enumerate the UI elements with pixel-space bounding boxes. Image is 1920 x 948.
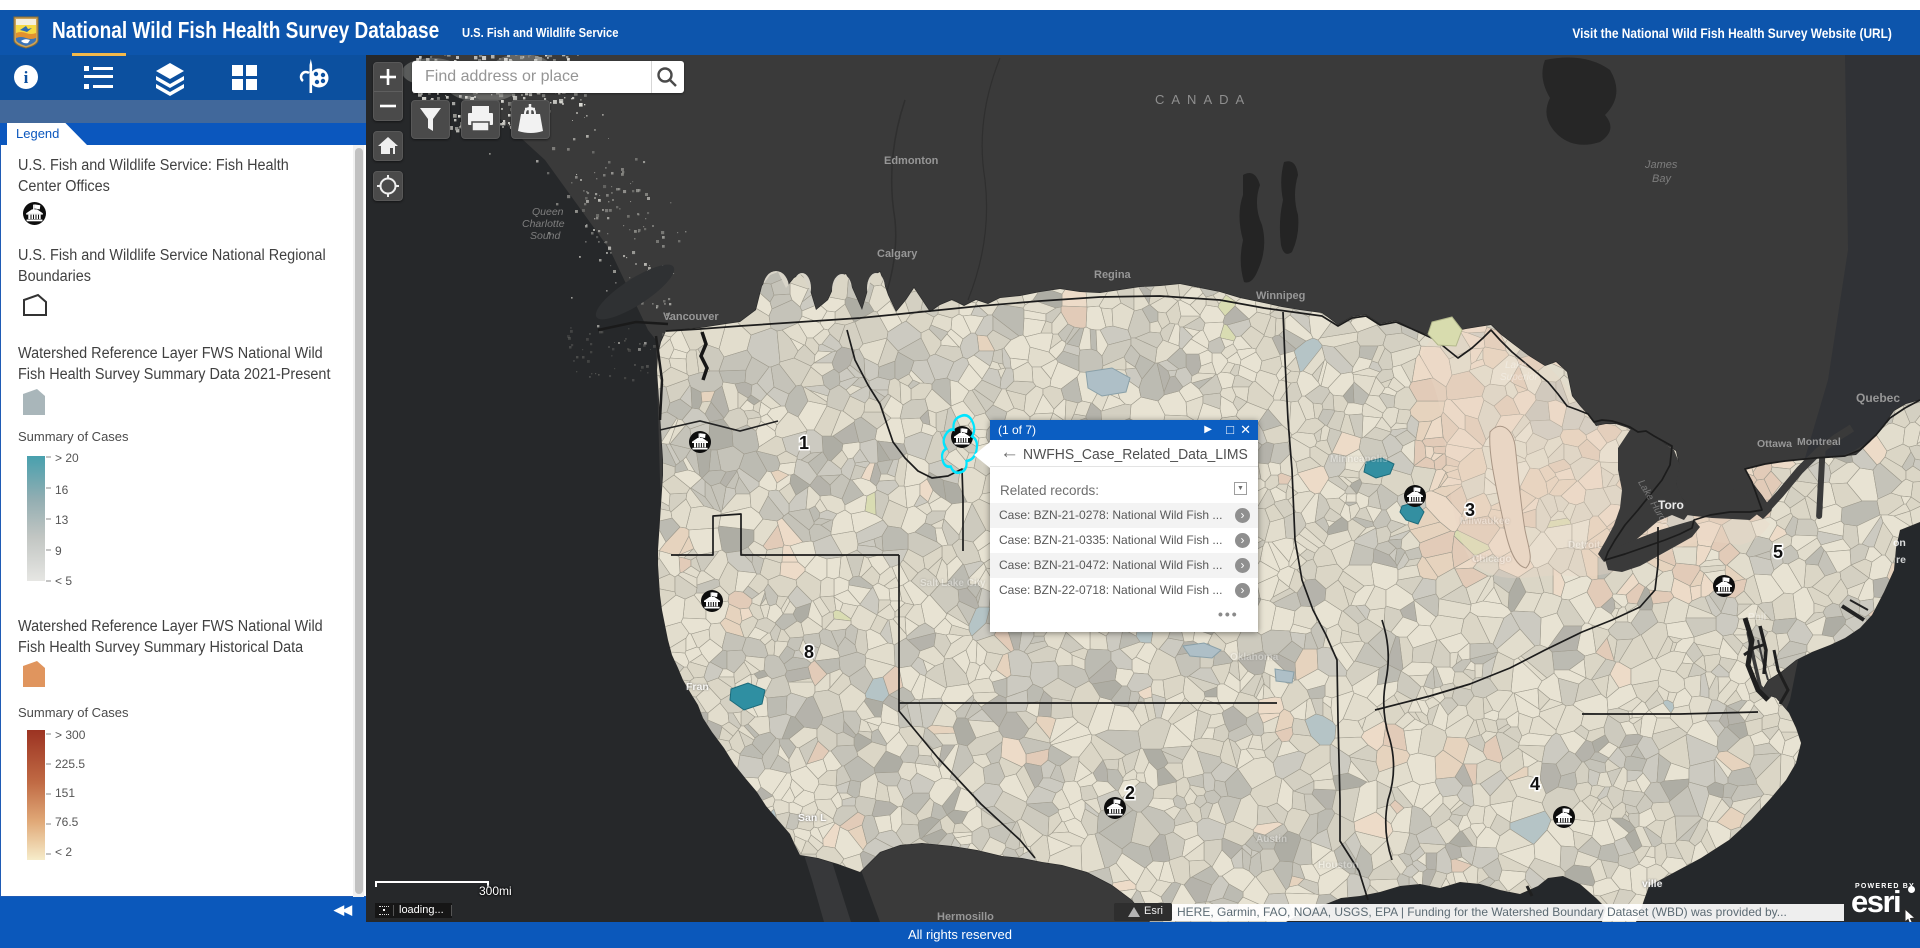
- svg-text:Queen: Queen: [532, 206, 564, 218]
- svg-text:CANADA: CANADA: [1155, 92, 1251, 107]
- svg-text:i: i: [24, 68, 29, 87]
- svg-text:Austin: Austin: [1256, 834, 1287, 845]
- svg-text:Ottawa: Ottawa: [1757, 438, 1792, 450]
- svg-text:ville: ville: [1642, 878, 1663, 890]
- svg-text:Detroit: Detroit: [1568, 540, 1601, 551]
- svg-text:Charlotte: Charlotte: [522, 218, 565, 230]
- svg-text:Quebec: Quebec: [1856, 391, 1900, 405]
- svg-text:Superior: Superior: [1500, 372, 1538, 383]
- svg-text:4: 4: [1530, 774, 1540, 794]
- svg-text:5: 5: [1773, 542, 1783, 562]
- svg-text:Lake: Lake: [1505, 360, 1527, 371]
- svg-text:Winnipeg: Winnipeg: [1256, 290, 1305, 302]
- svg-text:Fran: Fran: [686, 681, 709, 693]
- svg-text:Vancouver: Vancouver: [663, 311, 719, 323]
- svg-text:Oklahoma: Oklahoma: [1230, 652, 1279, 663]
- svg-text:on: on: [1893, 537, 1906, 549]
- svg-text:Regina: Regina: [1094, 269, 1132, 281]
- svg-text:Calgary: Calgary: [877, 248, 918, 260]
- svg-text:Bay: Bay: [1652, 173, 1672, 185]
- svg-text:8: 8: [804, 642, 814, 662]
- svg-text:Houston: Houston: [1318, 860, 1359, 871]
- svg-text:Chicago: Chicago: [1472, 554, 1511, 565]
- svg-text:San L: San L: [798, 812, 827, 824]
- svg-text:Toro: Toro: [1658, 498, 1684, 512]
- svg-text:re: re: [1896, 554, 1906, 566]
- svg-text:James: James: [1644, 159, 1678, 171]
- svg-text:1: 1: [799, 433, 809, 453]
- svg-text:2: 2: [1125, 783, 1135, 803]
- svg-text:Phil: Phil: [1748, 612, 1767, 623]
- svg-text:Minneapolis: Minneapolis: [1330, 454, 1388, 465]
- svg-text:Edmonton: Edmonton: [884, 155, 939, 167]
- svg-text:Hermosillo: Hermosillo: [937, 911, 994, 922]
- svg-text:Montreal: Montreal: [1797, 436, 1841, 448]
- svg-text:Salt Lake City: Salt Lake City: [920, 578, 986, 589]
- svg-text:3: 3: [1465, 500, 1475, 520]
- svg-text:Sound: Sound: [530, 230, 562, 242]
